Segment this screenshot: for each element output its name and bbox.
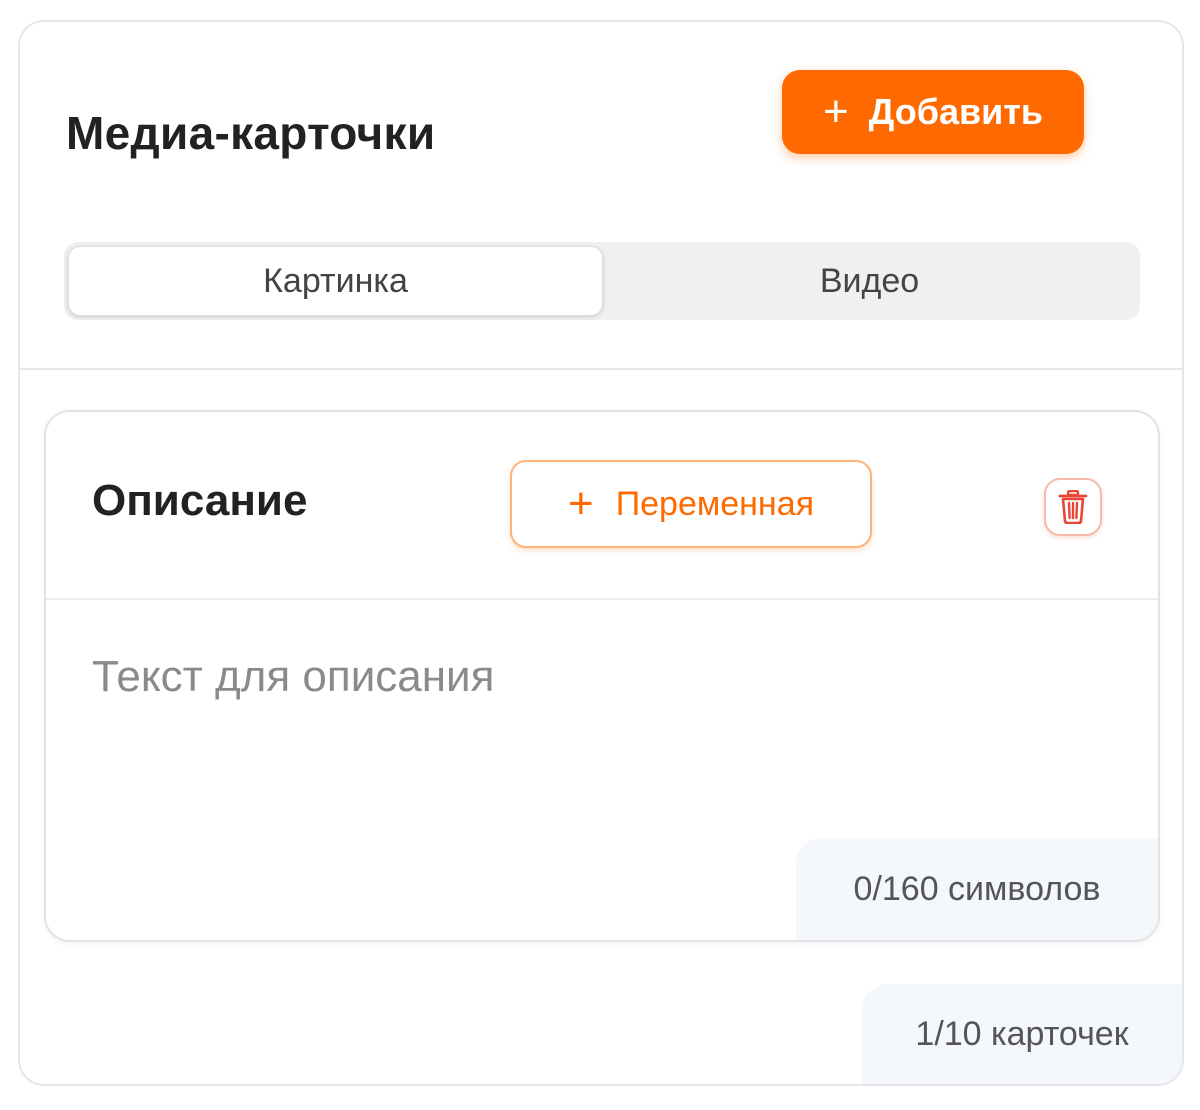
add-button-label: Добавить (868, 91, 1044, 132)
media-cards-panel: Медиа-карточки + Добавить Картинка Видео… (18, 20, 1184, 1086)
media-type-switch: Картинка Видео (64, 242, 1140, 320)
plus-icon: + (567, 479, 594, 528)
variable-button-label: Переменная (615, 484, 815, 523)
add-card-button[interactable]: + Добавить (782, 70, 1084, 154)
divider (20, 368, 1182, 370)
description-field[interactable]: Текст для описания (92, 652, 494, 702)
add-variable-button[interactable]: + Переменная (510, 460, 872, 548)
card-title: Описание (92, 476, 308, 525)
tab-video[interactable]: Видео (603, 246, 1136, 316)
char-counter: 0/160 символов (796, 838, 1158, 940)
trash-icon (1058, 490, 1088, 524)
card-divider (46, 598, 1158, 600)
panel-title: Медиа-карточки (66, 107, 436, 159)
media-card: Описание + Переменная Текст для описания… (44, 410, 1160, 942)
plus-icon: + (822, 87, 849, 136)
delete-card-button[interactable] (1044, 478, 1102, 536)
cards-counter: 1/10 карточек (862, 984, 1182, 1084)
tab-image[interactable]: Картинка (68, 246, 603, 316)
